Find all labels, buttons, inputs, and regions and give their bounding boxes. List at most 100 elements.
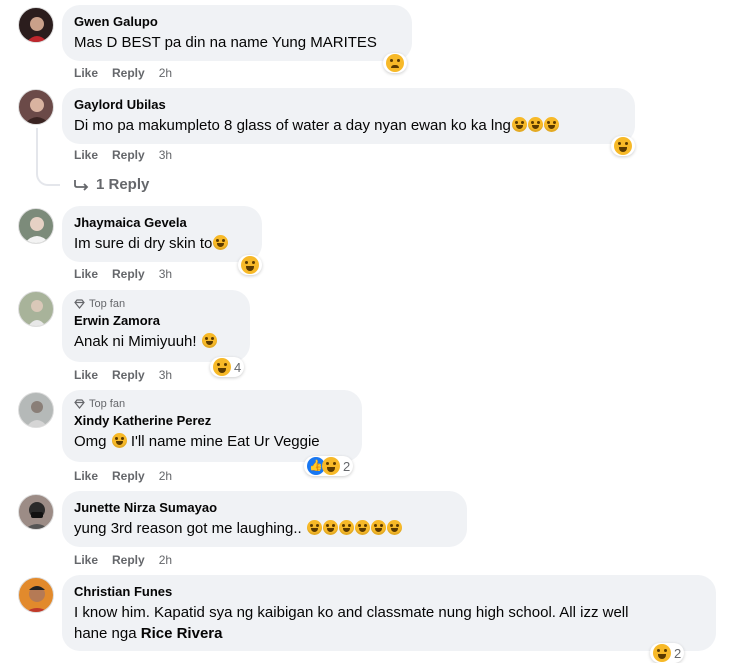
like-button[interactable]: Like: [74, 368, 98, 382]
reply-button[interactable]: Reply: [112, 469, 145, 483]
avatar-image: [24, 217, 50, 243]
like-button[interactable]: Like: [74, 66, 98, 80]
top-fan-badge[interactable]: Top fan: [74, 298, 238, 310]
comment-time[interactable]: 3h: [159, 148, 172, 162]
laughing-emoji-icon: [370, 520, 386, 535]
reply-button[interactable]: Reply: [112, 267, 145, 281]
comment-text-line: hane nga Rice Rivera: [74, 623, 704, 644]
comment-text-content: Omg: [74, 433, 107, 450]
laughing-emoji-icon: [306, 520, 322, 535]
comment-author[interactable]: Gaylord Ubilas: [74, 96, 623, 113]
comment-time[interactable]: 2h: [159, 553, 172, 567]
laughing-emoji-icon: [527, 117, 543, 132]
comment-bubble: Gwen Galupo Mas D BEST pa din na name Yu…: [62, 5, 412, 61]
reaction-badge[interactable]: [238, 255, 262, 275]
comment-text-content: I'll name mine Eat Ur Veggie: [130, 433, 320, 450]
laughing-emoji-icon: [653, 644, 671, 662]
comment-text: I know him. Kapatid sya ng kaibigan ko a…: [74, 602, 704, 644]
reaction-badge[interactable]: 2: [650, 643, 685, 663]
comment-text: Di mo pa makumpleto 8 glass of water a d…: [74, 115, 623, 136]
thread-line: [36, 128, 60, 186]
reaction-badge[interactable]: 👍 2: [304, 456, 354, 476]
comment-actions: Like Reply 3h: [74, 267, 172, 281]
laughing-emoji-icon: [322, 520, 338, 535]
avatar-image: [25, 502, 49, 529]
reply-button[interactable]: Reply: [112, 66, 145, 80]
avatar-image: [24, 98, 50, 124]
avatar[interactable]: [18, 291, 54, 327]
reaction-count: 2: [343, 458, 351, 474]
comment-author[interactable]: Gwen Galupo: [74, 13, 400, 30]
badge-label: Top fan: [89, 298, 126, 310]
laughing-emoji-icon: [201, 333, 217, 348]
top-fan-badge[interactable]: Top fan: [74, 398, 350, 410]
comment-time[interactable]: 3h: [159, 267, 172, 281]
comment-actions: Like Reply 2h: [74, 66, 172, 80]
comment-bubble: Christian Funes I know him. Kapatid sya …: [62, 575, 716, 651]
avatar-image: [26, 17, 48, 42]
like-button[interactable]: Like: [74, 469, 98, 483]
comment-text: Omg I'll name mine Eat Ur Veggie: [74, 431, 350, 452]
comment-bubble: Gaylord Ubilas Di mo pa makumpleto 8 gla…: [62, 88, 635, 144]
reaction-badge[interactable]: [383, 53, 407, 73]
diamond-icon: [74, 299, 85, 309]
avatar-image: [25, 586, 49, 612]
reply-button[interactable]: Reply: [112, 368, 145, 382]
like-button[interactable]: Like: [74, 267, 98, 281]
comment-text: Im sure di dry skin to: [74, 233, 250, 254]
avatar[interactable]: [18, 494, 54, 530]
comment-text-content: Im sure di dry skin to: [74, 235, 213, 252]
like-button[interactable]: Like: [74, 553, 98, 567]
avatar[interactable]: [18, 392, 54, 428]
avatar[interactable]: [18, 208, 54, 244]
comment-text-content: Anak ni Mimiyuuh!: [74, 333, 197, 350]
comment-text-content: hane nga: [74, 625, 137, 642]
avatar-image: [28, 300, 46, 326]
comment-time[interactable]: 3h: [159, 368, 172, 382]
comment-text: Anak ni Mimiyuuh!: [74, 331, 238, 352]
laughing-emoji-icon: [111, 433, 127, 448]
mention-link[interactable]: Rice Rivera: [141, 625, 223, 642]
comment-author[interactable]: Erwin Zamora: [74, 312, 238, 329]
comment-author[interactable]: Junette Nirza Sumayao: [74, 499, 455, 516]
reply-button[interactable]: Reply: [112, 148, 145, 162]
avatar[interactable]: [18, 89, 54, 125]
reply-arrow-icon: [74, 179, 89, 191]
laughing-emoji-icon: [511, 117, 527, 132]
laughing-emoji-icon: [322, 457, 340, 475]
comment-bubble: Junette Nirza Sumayao yung 3rd reason go…: [62, 491, 467, 547]
reaction-badge[interactable]: [611, 136, 635, 156]
reply-button[interactable]: Reply: [112, 553, 145, 567]
laughing-emoji-icon: [354, 520, 370, 535]
comment-actions: Like Reply 2h: [74, 553, 172, 567]
laughing-emoji-icon: [213, 358, 231, 376]
reaction-badge[interactable]: 4: [210, 357, 245, 377]
sad-emoji-icon: [386, 54, 404, 72]
comment-text: Mas D BEST pa din na name Yung MARITES: [74, 32, 400, 53]
comment-time[interactable]: 2h: [159, 66, 172, 80]
avatar[interactable]: [18, 7, 54, 43]
comment-author[interactable]: Jhaymaica Gevela: [74, 214, 250, 231]
comment-text-content: yung 3rd reason got me laughing..: [74, 520, 302, 537]
badge-label: Top fan: [89, 398, 126, 410]
avatar-image: [26, 401, 48, 427]
comment-time[interactable]: 2h: [159, 469, 172, 483]
diamond-icon: [74, 399, 85, 409]
comment-text: yung 3rd reason got me laughing..: [74, 518, 455, 539]
replies-count: 1 Reply: [96, 176, 150, 193]
like-button[interactable]: Like: [74, 148, 98, 162]
comment-bubble: Top fan Xindy Katherine Perez Omg I'll n…: [62, 390, 362, 462]
laughing-emoji-icon: [338, 520, 354, 535]
avatar[interactable]: [18, 577, 54, 613]
comment-author[interactable]: Christian Funes: [74, 583, 704, 600]
comment-text-content: Di mo pa makumpleto 8 glass of water a d…: [74, 117, 511, 134]
laughing-emoji-icon: [386, 520, 402, 535]
comment-text-content: Mas D BEST pa din na name Yung MARITES: [74, 34, 377, 51]
laughing-emoji-icon: [543, 117, 559, 132]
comment-actions: Like Reply 2h: [74, 469, 172, 483]
laughing-emoji-icon: [614, 137, 632, 155]
reaction-count: 2: [674, 645, 682, 661]
comment-author[interactable]: Xindy Katherine Perez: [74, 412, 350, 429]
reaction-count: 4: [234, 359, 242, 375]
view-replies-link[interactable]: 1 Reply: [74, 176, 149, 193]
